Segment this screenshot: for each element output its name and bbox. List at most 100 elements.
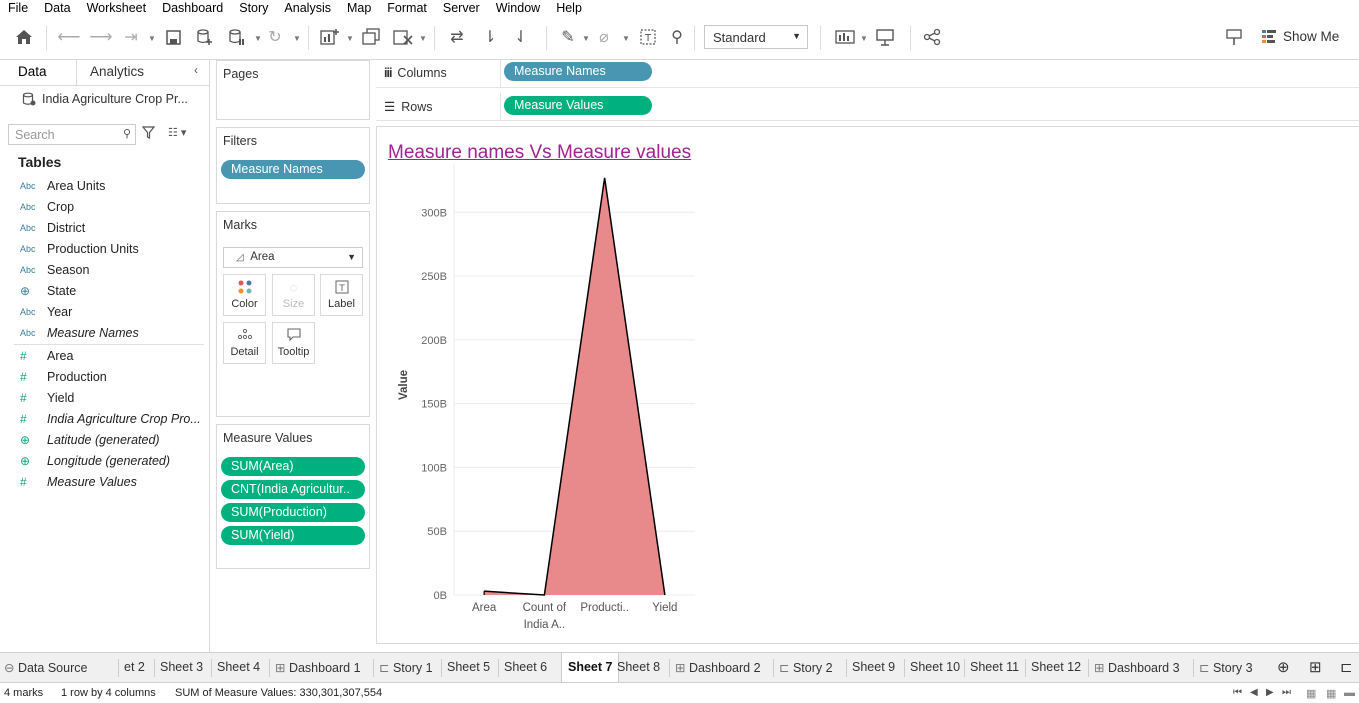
field-area[interactable]: # Area — [20, 346, 205, 366]
sheet-tab-sheet-5[interactable]: Sheet 5 — [447, 653, 490, 682]
menu-format[interactable]: Format — [379, 1, 435, 15]
group-icon[interactable]: ⌀ — [593, 26, 615, 48]
columns-shelf[interactable]: iii Columns Measure Names — [376, 60, 1359, 88]
menu-analysis[interactable]: Analysis — [276, 1, 339, 15]
tooltip-button[interactable]: Tooltip — [272, 322, 315, 364]
new-worksheet-tab-icon[interactable]: ⊕ — [1277, 653, 1290, 682]
sheet-tab-sheet-11[interactable]: Sheet 11 — [970, 653, 1019, 682]
measure-pill-sum-area[interactable]: SUM(Area) — [221, 457, 365, 476]
show-cards-icon[interactable] — [834, 26, 856, 48]
sheet-tab-dashboard-2[interactable]: ⊞ Dashboard 2 — [675, 653, 761, 682]
menu-help[interactable]: Help — [548, 1, 590, 15]
filters-card[interactable]: Filters Measure Names — [216, 127, 370, 204]
field-production[interactable]: # Production — [20, 367, 205, 387]
chevron-left-icon[interactable]: ‹ — [194, 63, 198, 77]
mark-type-dropdown[interactable]: ◿ Area ▼ — [223, 247, 363, 268]
data-source-item[interactable]: India Agriculture Crop Pr... — [22, 92, 188, 106]
share-icon[interactable] — [921, 26, 943, 48]
tab-analytics[interactable]: Analytics — [90, 64, 144, 79]
field-production-units[interactable]: Abc Production Units — [20, 239, 205, 259]
detail-button[interactable]: Detail — [223, 322, 266, 364]
last-page-icon[interactable]: ⏭ — [1282, 687, 1291, 698]
sheet-tab-data-source[interactable]: ⊖ Data Source — [4, 653, 87, 682]
menu-server[interactable]: Server — [435, 1, 488, 15]
sort-descending-icon[interactable]: ⇃ — [510, 26, 532, 48]
view-list-icon[interactable]: ☷ ▾ — [168, 126, 186, 139]
field-measure-names[interactable]: Abc Measure Names — [20, 323, 205, 343]
sheet-tab-story-1[interactable]: ⊏ Story 1 — [379, 653, 433, 682]
tab-data[interactable]: Data — [18, 64, 47, 79]
highlight-dropdown-icon[interactable]: ▼ — [582, 34, 590, 43]
measure-pill-sum-production[interactable]: SUM(Production) — [221, 503, 365, 522]
show-me-button[interactable]: Show Me — [1261, 28, 1339, 44]
first-page-icon[interactable]: ⏮ — [1233, 687, 1242, 698]
menu-map[interactable]: Map — [339, 1, 379, 15]
sheet-tab-story-2[interactable]: ⊏ Story 2 — [779, 653, 833, 682]
sheet-tab-story-3[interactable]: ⊏ Story 3 — [1199, 653, 1253, 682]
replay-dropdown-icon[interactable]: ▼ — [148, 34, 156, 43]
show-cards-dropdown-icon[interactable]: ▼ — [860, 34, 868, 43]
new-story-tab-icon[interactable]: ⊏ — [1340, 653, 1353, 682]
clear-sheet-icon[interactable] — [392, 26, 414, 48]
area-chart[interactable]: 0B 50B 100B 150B 200B 250B 300B Area Count of Ind… — [377, 127, 707, 637]
filter-icon[interactable] — [141, 126, 156, 142]
group-dropdown-icon[interactable]: ▼ — [622, 34, 630, 43]
field-crop[interactable]: Abc Crop — [20, 197, 205, 217]
refresh-icon[interactable]: ↻ — [264, 26, 286, 48]
color-button[interactable]: Color — [223, 274, 266, 316]
sheet-tab-sheet-4[interactable]: Sheet 4 — [217, 653, 260, 682]
home-icon[interactable] — [13, 26, 35, 48]
duplicate-icon[interactable] — [360, 26, 382, 48]
new-worksheet-dropdown-icon[interactable]: ▼ — [346, 34, 354, 43]
field-measure-values[interactable]: # Measure Values — [20, 472, 205, 492]
field-latitude[interactable]: ⊕ Latitude (generated) — [20, 430, 205, 450]
grid-view-icon[interactable]: ▦ — [1326, 687, 1336, 700]
tooltip-icon[interactable] — [1223, 26, 1245, 48]
fix-axes-icon[interactable]: ⚲ — [666, 26, 688, 48]
field-state[interactable]: ⊕ State — [20, 281, 205, 301]
sheet-tab-sheet-10[interactable]: Sheet 10 — [910, 653, 960, 682]
sort-ascending-icon[interactable]: ⇂ — [479, 26, 501, 48]
size-button[interactable]: ◌ Size — [272, 274, 315, 316]
field-year[interactable]: Abc Year — [20, 302, 205, 322]
next-page-icon[interactable]: ▶ — [1266, 687, 1274, 698]
new-dashboard-tab-icon[interactable]: ⊞ — [1309, 653, 1322, 682]
sheet-tab-sheet-7[interactable]: Sheet 7 — [561, 653, 620, 682]
tab-view-icon[interactable]: ▬ — [1344, 687, 1355, 699]
labels-icon[interactable]: T — [637, 26, 659, 48]
menu-file[interactable]: File — [0, 1, 36, 15]
swap-icon[interactable]: ⇄ — [446, 26, 468, 48]
menu-worksheet[interactable]: Worksheet — [79, 1, 155, 15]
menu-story[interactable]: Story — [231, 1, 276, 15]
field-season[interactable]: Abc Season — [20, 260, 205, 280]
new-worksheet-icon[interactable] — [319, 26, 341, 48]
field-district[interactable]: Abc District — [20, 218, 205, 238]
new-data-source-icon[interactable] — [194, 26, 216, 48]
prev-page-icon[interactable]: ◀ — [1250, 687, 1258, 698]
field-record-count[interactable]: # India Agriculture Crop Pro... — [20, 409, 205, 429]
undo-icon[interactable]: ⟵ — [58, 26, 81, 48]
pages-card[interactable]: Pages — [216, 60, 370, 120]
measure-pill-count[interactable]: CNT(India Agricultur.. — [221, 480, 365, 499]
sheet-tab-sheet-12[interactable]: Sheet 12 — [1031, 653, 1081, 682]
menu-data[interactable]: Data — [36, 1, 78, 15]
menu-window[interactable]: Window — [488, 1, 548, 15]
filmstrip-view-icon[interactable]: ▦ — [1306, 687, 1316, 700]
sheet-tab-et-2[interactable]: et 2 — [124, 653, 145, 682]
sheet-tab-sheet-9[interactable]: Sheet 9 — [852, 653, 895, 682]
field-longitude[interactable]: ⊕ Longitude (generated) — [20, 451, 205, 471]
sheet-tab-dashboard-1[interactable]: ⊞ Dashboard 1 — [275, 653, 361, 682]
redo-icon[interactable]: ⟶ — [90, 26, 113, 48]
filter-pill-measure-names[interactable]: Measure Names — [221, 160, 365, 179]
menu-dashboard[interactable]: Dashboard — [154, 1, 231, 15]
search-input[interactable]: Search ⚲ — [8, 124, 136, 145]
sheet-tab-sheet-6[interactable]: Sheet 6 — [504, 653, 547, 682]
replay-icon[interactable]: ⇥ — [120, 26, 142, 48]
sheet-tab-dashboard-3[interactable]: ⊞ Dashboard 3 — [1094, 653, 1180, 682]
fit-dropdown[interactable]: Standard ▼ — [704, 25, 808, 49]
columns-pill-measure-names[interactable]: Measure Names — [504, 62, 652, 81]
refresh-dropdown-icon[interactable]: ▼ — [293, 34, 301, 43]
measure-values-card[interactable]: Measure Values SUM(Area) CNT(India Agric… — [216, 424, 370, 569]
label-button[interactable]: T Label — [320, 274, 363, 316]
rows-pill-measure-values[interactable]: Measure Values — [504, 96, 652, 115]
